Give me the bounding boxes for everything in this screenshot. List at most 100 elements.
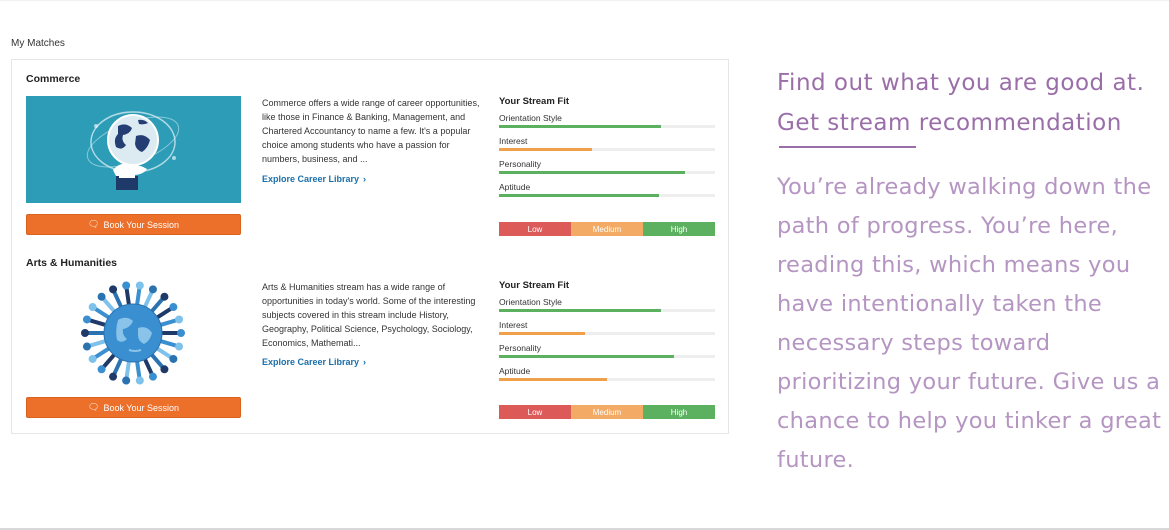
fit-legend-commerce: Low Medium High bbox=[499, 222, 715, 236]
fit-bar-fill bbox=[499, 171, 685, 174]
hand-arm bbox=[86, 318, 107, 327]
hand-palm bbox=[160, 365, 169, 374]
section-label-my-matches: My Matches bbox=[11, 38, 65, 49]
fit-bar-fill bbox=[499, 194, 659, 197]
hand-palm bbox=[175, 342, 184, 351]
hand-arm bbox=[159, 318, 180, 327]
chevron-right-icon: › bbox=[363, 357, 367, 367]
chat-bubble-icon: 🗨 bbox=[88, 219, 100, 229]
chevron-right-icon: › bbox=[363, 174, 367, 184]
stream-description-arts-humanities: Arts & Humanities stream has a wide rang… bbox=[262, 282, 476, 348]
fit-legend-arts-humanities: Low Medium High bbox=[499, 405, 715, 419]
stream-fit-panel-arts-humanities: Your Stream Fit Orientation Style Intere… bbox=[499, 280, 715, 386]
fit-row-label: Orientation Style bbox=[499, 113, 562, 123]
legend-medium: Medium bbox=[571, 222, 643, 236]
fit-bar-fill bbox=[499, 378, 607, 381]
hand-palm bbox=[135, 376, 144, 385]
fit-row-orientation-style: Orientation Style bbox=[499, 110, 715, 133]
hand-arm bbox=[143, 358, 155, 377]
legend-low: Low bbox=[499, 405, 571, 419]
top-divider bbox=[0, 0, 1169, 1]
hand-arm bbox=[86, 339, 107, 348]
fit-row-aptitude: Aptitude bbox=[499, 363, 715, 386]
hand-palm bbox=[82, 315, 91, 324]
hand-arm bbox=[92, 306, 110, 319]
stream-fit-panel-commerce: Your Stream Fit Orientation Style Intere… bbox=[499, 96, 715, 202]
fit-bar-track bbox=[499, 378, 715, 381]
hand-palm bbox=[122, 376, 131, 385]
explore-link-label: Explore Career Library bbox=[262, 174, 360, 184]
explore-career-library-link-arts-humanities[interactable]: Explore Career Library › bbox=[262, 357, 366, 367]
hand-arm bbox=[124, 360, 131, 381]
fit-row-label: Aptitude bbox=[499, 366, 531, 376]
hand-palm bbox=[169, 354, 178, 363]
promo-body-text: You’re already walking down the path of … bbox=[777, 174, 1162, 473]
fit-row-label: Interest bbox=[499, 136, 528, 146]
hand-arm bbox=[156, 347, 174, 360]
hand-palm bbox=[97, 365, 106, 374]
legend-low: Low bbox=[499, 222, 571, 236]
hand-arm bbox=[143, 289, 155, 308]
fit-row-personality: Personality bbox=[499, 156, 715, 179]
hand-palm bbox=[109, 372, 118, 381]
hand-arm bbox=[135, 360, 142, 381]
fit-bar-track bbox=[499, 148, 715, 151]
matches-card: Commerce 🗨 Book Your Session Commerce of… bbox=[11, 59, 729, 434]
hand-palm bbox=[88, 354, 97, 363]
arts-humanities-image bbox=[26, 280, 241, 387]
fit-bar-track bbox=[499, 309, 715, 312]
hand-arm bbox=[111, 358, 123, 377]
fit-bar-fill bbox=[499, 309, 661, 312]
hand-arm bbox=[111, 289, 123, 308]
hand-palm bbox=[175, 315, 184, 324]
explore-link-label: Explore Career Library bbox=[262, 357, 360, 367]
fit-bar-track bbox=[499, 332, 715, 335]
hand-palm bbox=[148, 372, 157, 381]
hand-arm bbox=[150, 353, 166, 370]
hand-arm bbox=[100, 296, 116, 313]
stream-fit-title: Your Stream Fit bbox=[499, 280, 570, 291]
chat-bubble-icon: 🗨 bbox=[88, 402, 100, 412]
promo-heading-line-2: Get stream recommendation bbox=[777, 110, 1122, 136]
hand-palm bbox=[122, 281, 131, 290]
stream-fit-title: Your Stream Fit bbox=[499, 96, 570, 107]
hand-arm bbox=[150, 296, 166, 313]
hand-arm bbox=[159, 339, 180, 348]
fit-bar-fill bbox=[499, 355, 674, 358]
fit-row-label: Personality bbox=[499, 159, 542, 169]
hand-palm bbox=[81, 329, 89, 337]
hand-palm bbox=[148, 285, 157, 294]
promo-divider bbox=[779, 146, 916, 148]
promo-heading: Find out what you are good at. Get strea… bbox=[777, 63, 1157, 143]
fit-bar-fill bbox=[499, 332, 586, 335]
commerce-image bbox=[26, 96, 241, 203]
fit-row-label: Interest bbox=[499, 320, 528, 330]
globe-in-hand-icon bbox=[86, 111, 180, 190]
promo-heading-line-1: Find out what you are good at. bbox=[777, 70, 1145, 96]
fit-bar-fill bbox=[499, 148, 592, 151]
fit-bar-track bbox=[499, 194, 715, 197]
hand-palm bbox=[82, 342, 91, 351]
hand-palm bbox=[88, 303, 97, 312]
hand-arm bbox=[124, 285, 131, 306]
legend-high: High bbox=[643, 405, 715, 419]
hand-palm bbox=[160, 292, 169, 301]
book-session-button-commerce[interactable]: 🗨 Book Your Session bbox=[26, 214, 241, 235]
stream-title-commerce: Commerce bbox=[26, 73, 81, 85]
hand-palm bbox=[109, 285, 118, 294]
book-session-button-arts-humanities[interactable]: 🗨 Book Your Session bbox=[26, 397, 241, 418]
fit-row-orientation-style: Orientation Style bbox=[499, 294, 715, 317]
fit-bar-track bbox=[499, 355, 715, 358]
fit-bar-track bbox=[499, 125, 715, 128]
hand-arm bbox=[135, 285, 142, 306]
fit-row-label: Aptitude bbox=[499, 182, 531, 192]
hand-palm bbox=[97, 292, 106, 301]
globe-with-hands-icon bbox=[81, 281, 185, 385]
legend-high: High bbox=[643, 222, 715, 236]
fit-row-label: Personality bbox=[499, 343, 542, 353]
hand-palm bbox=[169, 303, 178, 312]
stream-description-commerce: Commerce offers a wide range of career o… bbox=[262, 98, 480, 164]
hand-arm bbox=[92, 347, 110, 360]
explore-career-library-link-commerce[interactable]: Explore Career Library › bbox=[262, 174, 366, 184]
book-session-label: Book Your Session bbox=[103, 402, 179, 413]
